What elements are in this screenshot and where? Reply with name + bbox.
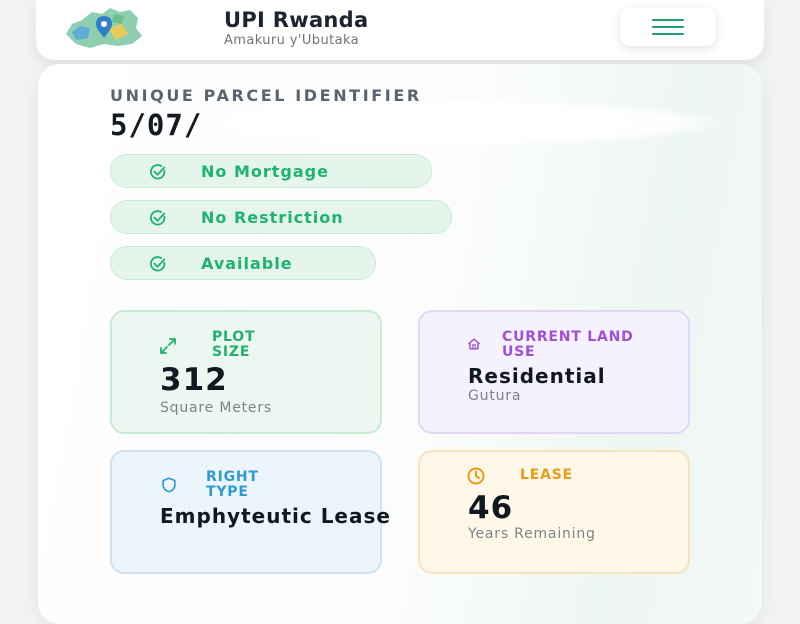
expand-arrows-icon — [160, 338, 176, 354]
lease-value: 46 — [468, 490, 514, 526]
hamburger-menu-icon — [652, 19, 684, 21]
app-subtitle: Amakuru y'Ubutaka — [224, 33, 360, 48]
right-type-tile[interactable]: RIGHT TYPE Emphyteutic Lease — [110, 450, 390, 574]
right-type-label: RIGHT TYPE — [206, 469, 259, 500]
plot-size-tile[interactable]: PLOT SIZE 312 Square Meters — [110, 310, 382, 434]
badge-available: Available — [110, 246, 376, 280]
lease-label: LEASE — [520, 467, 573, 483]
rwanda-map-pin-logo[interactable] — [58, 4, 146, 50]
home-icon — [467, 338, 481, 350]
lease-tile[interactable]: LEASE 46 Years Remaining — [418, 450, 690, 574]
lease-sub: Years Remaining — [468, 526, 596, 542]
app-title: UPI Rwanda — [224, 8, 369, 32]
clock-icon — [467, 467, 485, 485]
hamburger-menu-button[interactable] — [620, 8, 716, 46]
badge-label: Available — [201, 253, 293, 273]
badge-label: No Mortgage — [201, 161, 329, 181]
badge-label: No Restriction — [201, 207, 344, 227]
plot-size-label: PLOT SIZE — [212, 329, 256, 360]
plot-size-value: 312 — [160, 362, 228, 398]
right-type-value: Emphyteutic Lease — [160, 504, 391, 528]
land-use-sub: Gutura — [468, 388, 522, 404]
land-use-value: Residential — [468, 364, 606, 388]
redaction-blur — [228, 100, 718, 146]
badge-no-restriction: No Restriction — [110, 200, 452, 234]
plot-size-unit: Square Meters — [160, 400, 272, 416]
check-circle-icon — [150, 210, 166, 226]
check-circle-icon — [150, 256, 166, 272]
check-circle-icon — [150, 164, 166, 180]
land-use-label: CURRENT LAND USE — [502, 329, 634, 360]
upi-value: 5/07/ — [110, 108, 203, 142]
land-use-tile[interactable]: CURRENT LAND USE Residential Gutura — [418, 310, 690, 434]
app-header: UPI Rwanda Amakuru y'Ubutaka — [36, 0, 764, 60]
badge-no-mortgage: No Mortgage — [110, 154, 432, 188]
shield-icon — [162, 477, 176, 493]
